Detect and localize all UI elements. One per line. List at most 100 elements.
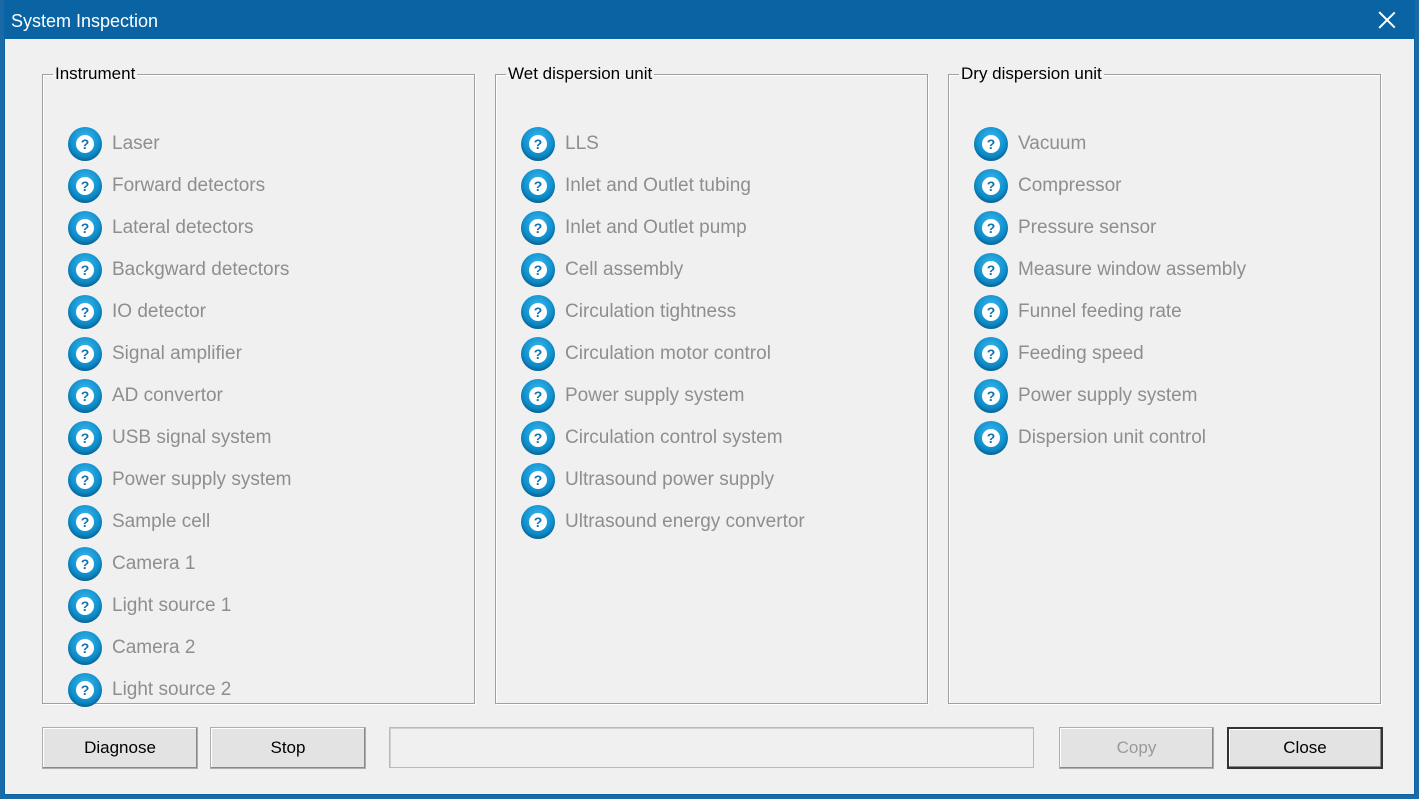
- question-glyph: ?: [529, 513, 547, 531]
- inspection-item: ? Camera 2: [68, 627, 292, 669]
- question-glyph: ?: [529, 387, 547, 405]
- question-icon: ?: [68, 211, 102, 245]
- instrument-item-list: ? Laser? Forward detectors? Lateral detecto…: [68, 123, 292, 711]
- inspection-item-label: AD convertor: [112, 385, 223, 406]
- inspection-item: ? Vacuum: [974, 123, 1246, 165]
- system-inspection-window: System Inspection Instrument ? Laser? Forw…: [4, 0, 1415, 795]
- question-icon: ?: [521, 253, 555, 287]
- question-icon: ?: [521, 379, 555, 413]
- question-glyph: ?: [982, 345, 1000, 363]
- title-bar: System Inspection: [5, 1, 1414, 39]
- inspection-item-label: Light source 1: [112, 595, 232, 616]
- question-icon: ?: [521, 463, 555, 497]
- question-glyph: ?: [76, 135, 94, 153]
- inspection-item: ? Feeding speed: [974, 333, 1246, 375]
- question-glyph: ?: [76, 387, 94, 405]
- inspection-item-label: Light source 2: [112, 679, 232, 700]
- question-glyph: ?: [76, 219, 94, 237]
- inspection-item-label: Inlet and Outlet tubing: [565, 175, 751, 196]
- close-button[interactable]: Close: [1227, 727, 1383, 769]
- inspection-item-label: Power supply system: [565, 385, 745, 406]
- inspection-item: ? Camera 1: [68, 543, 292, 585]
- question-icon: ?: [68, 337, 102, 371]
- close-icon[interactable]: [1374, 7, 1400, 33]
- question-icon: ?: [68, 673, 102, 707]
- inspection-item-label: Measure window assembly: [1018, 259, 1247, 280]
- inspection-item: ? LLS: [521, 123, 805, 165]
- inspection-item: ? Circulation tightness: [521, 291, 805, 333]
- question-icon: ?: [974, 337, 1008, 371]
- question-icon: ?: [68, 295, 102, 329]
- question-icon: ?: [974, 127, 1008, 161]
- wet-dispersion-item-list: ? LLS? Inlet and Outlet tubing? Inlet and O…: [521, 123, 805, 543]
- inspection-item: ? Ultrasound energy convertor: [521, 501, 805, 543]
- dry-dispersion-item-list: ? Vacuum ? Compressor? Pressure sensor? Measu…: [974, 123, 1246, 459]
- inspection-item-label: Cell assembly: [565, 259, 684, 280]
- inspection-item-label: Pressure sensor: [1018, 217, 1157, 238]
- inspection-item: ? Compressor: [974, 165, 1246, 207]
- question-icon: ?: [68, 379, 102, 413]
- question-icon: ?: [974, 253, 1008, 287]
- question-glyph: ?: [76, 639, 94, 657]
- inspection-item-label: Forward detectors: [112, 175, 266, 196]
- inspection-item-label: Sample cell: [112, 511, 211, 532]
- inspection-item-label: Ultrasound energy convertor: [565, 511, 805, 532]
- stop-button[interactable]: Stop: [210, 727, 366, 769]
- question-icon: ?: [521, 211, 555, 245]
- inspection-item-label: USB signal system: [112, 427, 272, 448]
- question-glyph: ?: [76, 429, 94, 447]
- inspection-item-label: Circulation control system: [565, 427, 783, 448]
- inspection-item-label: Inlet and Outlet pump: [565, 217, 747, 238]
- inspection-item: ? Dispersion unit control: [974, 417, 1246, 459]
- question-icon: ?: [974, 421, 1008, 455]
- inspection-item-label: Circulation tightness: [565, 301, 737, 322]
- inspection-item: ? Funnel feeding rate: [974, 291, 1246, 333]
- question-glyph: ?: [982, 429, 1000, 447]
- question-glyph: ?: [76, 303, 94, 321]
- question-icon: ?: [68, 589, 102, 623]
- question-glyph: ?: [529, 219, 547, 237]
- question-icon: ?: [521, 295, 555, 329]
- inspection-item-label: Vacuum: [1018, 133, 1087, 154]
- question-glyph: ?: [76, 681, 94, 699]
- question-icon: ?: [521, 127, 555, 161]
- inspection-item: ? AD convertor: [68, 375, 292, 417]
- question-icon: ?: [68, 127, 102, 161]
- inspection-item-label: Power supply system: [112, 469, 292, 490]
- inspection-item-label: Dispersion unit control: [1018, 427, 1206, 448]
- question-glyph: ?: [76, 555, 94, 573]
- question-icon: ?: [974, 211, 1008, 245]
- inspection-item: ? IO detector: [68, 291, 292, 333]
- question-glyph: ?: [76, 177, 94, 195]
- inspection-item-label: Signal amplifier: [112, 343, 242, 364]
- group-label: Instrument: [55, 64, 136, 83]
- question-icon: ?: [521, 505, 555, 539]
- question-icon: ?: [68, 463, 102, 497]
- inspection-item: ? Circulation control system: [521, 417, 805, 459]
- group-label: Wet dispersion unit: [508, 64, 653, 83]
- inspection-item-label: Power supply system: [1018, 385, 1198, 406]
- inspection-item-label: Circulation motor control: [565, 343, 771, 364]
- question-icon: ?: [68, 253, 102, 287]
- status-field: [389, 727, 1034, 768]
- question-glyph: ?: [529, 303, 547, 321]
- question-icon: ?: [68, 421, 102, 455]
- inspection-item: ? Power supply system: [974, 375, 1246, 417]
- inspection-item-label: Camera 1: [112, 553, 196, 574]
- inspection-item: ? Power supply system: [521, 375, 805, 417]
- inspection-item: ? Light source 2: [68, 669, 292, 711]
- window-title: System Inspection: [11, 11, 159, 31]
- inspection-item: ? Laser: [68, 123, 292, 165]
- inspection-item: ? Signal amplifier: [68, 333, 292, 375]
- question-glyph: ?: [76, 471, 94, 489]
- inspection-item: ? Pressure sensor: [974, 207, 1246, 249]
- question-glyph: ?: [982, 219, 1000, 237]
- group-label: Dry dispersion unit: [961, 64, 1102, 83]
- inspection-item-label: Backgward detectors: [112, 259, 290, 280]
- question-icon: ?: [68, 547, 102, 581]
- wet-dispersion-group: Wet dispersion unit ? LLS? Inlet and Outle…: [495, 64, 928, 704]
- diagnose-button[interactable]: Diagnose: [42, 727, 198, 769]
- inspection-item-label: Camera 2: [112, 637, 196, 658]
- question-glyph: ?: [76, 513, 94, 531]
- question-glyph: ?: [76, 261, 94, 279]
